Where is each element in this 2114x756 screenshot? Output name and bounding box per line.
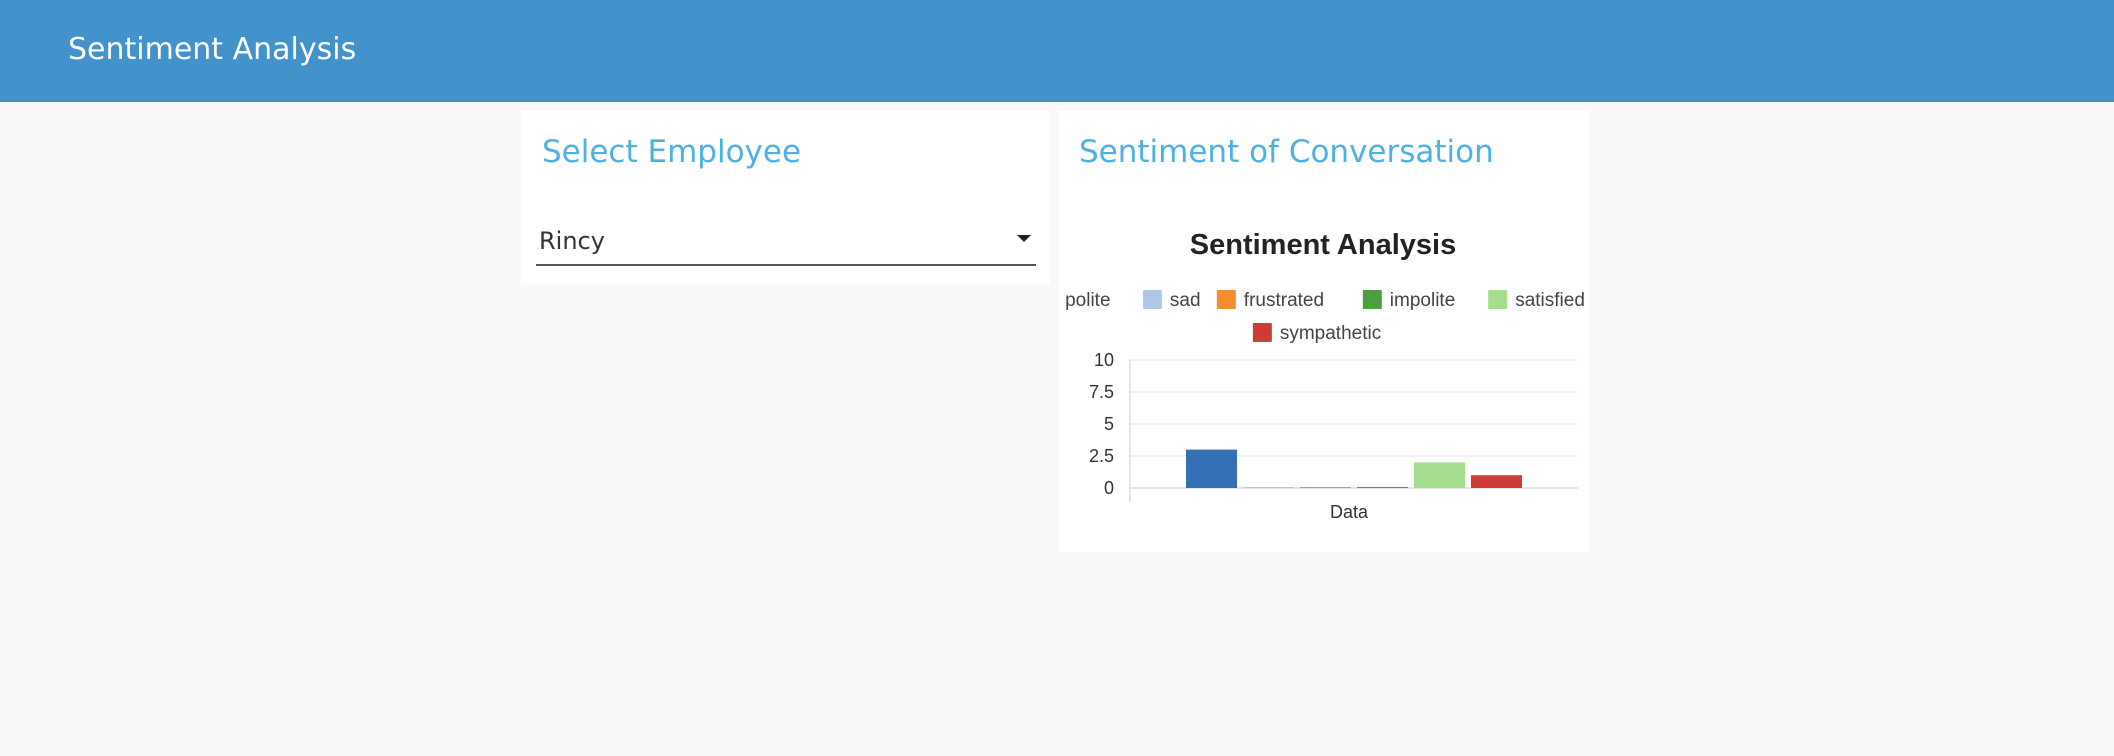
legend-label-polite: polite <box>1065 290 1110 311</box>
employee-select[interactable]: Rincy <box>536 221 1036 266</box>
legend-label-satisfied: satisfied <box>1515 290 1585 311</box>
select-employee-card: Select Employee Rincy <box>521 111 1050 283</box>
sentiment-chart: Sentiment Analysis polite sad frustrated imp… <box>1065 229 1585 522</box>
x-category-label: Data <box>1330 502 1369 522</box>
legend-swatch-frustrated <box>1216 290 1236 309</box>
legend-label-sympathetic: sympathetic <box>1280 323 1381 344</box>
select-employee-title: Select Employee <box>542 134 802 170</box>
legend-swatch-sad <box>1142 290 1162 309</box>
y-tick-label-7.5: 7.5 <box>1089 382 1114 402</box>
legend-label-sad: sad <box>1170 290 1201 311</box>
legend-label-frustrated: frustrated <box>1244 290 1324 311</box>
bar-impolite <box>1357 487 1408 488</box>
bar-sympathetic <box>1471 475 1522 488</box>
y-tick-label-0: 0 <box>1104 478 1114 498</box>
legend-swatch-satisfied <box>1488 290 1508 309</box>
caret-down-icon[interactable] <box>1017 235 1031 242</box>
bar-satisfied <box>1414 462 1465 488</box>
app-title: Sentiment Analysis <box>68 32 357 67</box>
y-tick-label-5: 5 <box>1104 414 1114 434</box>
y-tick-label-10: 10 <box>1094 350 1114 370</box>
chart-title: Sentiment Analysis <box>1190 229 1456 261</box>
bar-frustrated <box>1300 487 1351 488</box>
legend-swatch-sympathetic <box>1252 323 1272 342</box>
employee-select-value: Rincy <box>539 227 605 255</box>
sentiment-card: Sentiment of Conversation Sentiment Anal… <box>1058 111 1589 552</box>
y-tick-label-2.5: 2.5 <box>1089 446 1114 466</box>
app-bar: Sentiment Analysis <box>0 0 2114 102</box>
legend-label-impolite: impolite <box>1390 290 1455 311</box>
legend-swatch-impolite <box>1362 290 1382 309</box>
bar-sad <box>1243 487 1294 488</box>
bar-polite <box>1186 449 1237 488</box>
